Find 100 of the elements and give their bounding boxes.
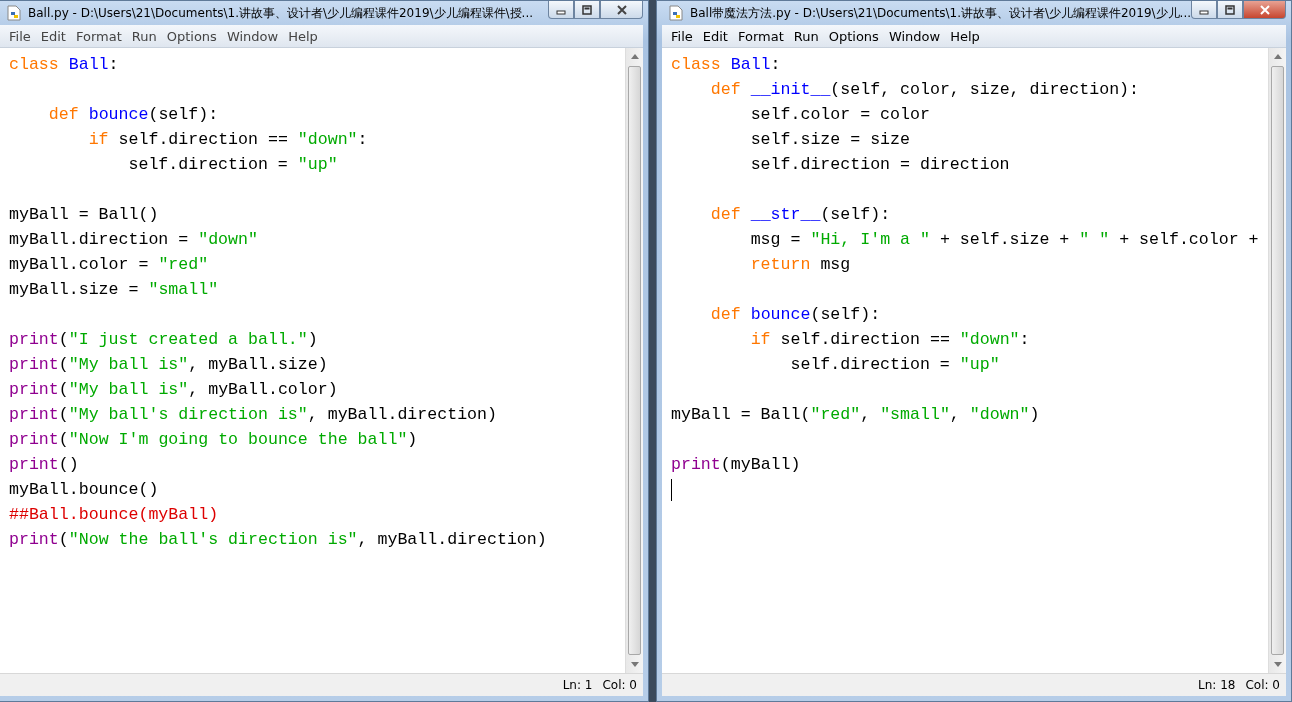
close-icon (1259, 4, 1270, 15)
close-button[interactable] (1243, 1, 1286, 19)
menu-item[interactable]: Window (221, 28, 284, 44)
code-token: self.size = size (749, 130, 910, 149)
code-token: "up" (959, 355, 1000, 374)
code-token: "small" (148, 280, 219, 299)
code-token: "My ball is" (68, 380, 189, 399)
code-token: if (749, 330, 771, 349)
menu-item[interactable]: Format (70, 28, 127, 44)
window-title: Ball.py - D:\Users\21\Documents\1.讲故事、设计者\少儿编程课件2019\少儿编程课件\授... (28, 4, 535, 22)
code-token: ) (307, 330, 318, 349)
menu-item[interactable]: Run (126, 28, 162, 44)
code-token: " " (1079, 230, 1110, 249)
code-token: def (709, 80, 742, 99)
column-status: Col: 0 (1245, 678, 1280, 692)
code-token: , (949, 405, 961, 424)
code-token: + self.size + (938, 230, 1071, 249)
code-token: myBall.size = (9, 280, 140, 299)
code-token: myBall = Ball( (671, 405, 811, 424)
code-token: "Hi, I'm a " (810, 230, 930, 249)
vertical-scrollbar[interactable] (625, 48, 643, 673)
code-token: "down" (198, 230, 258, 249)
scrollbar-thumb[interactable] (1271, 66, 1284, 655)
code-token: bounce (750, 305, 811, 324)
code-token: msg = (749, 230, 802, 249)
code-token: class (671, 55, 722, 74)
code-token: print (9, 455, 59, 474)
code-token: (myBall) (720, 455, 801, 474)
code-token: "My ball's direction is" (68, 405, 308, 424)
code-token: "down" (969, 405, 1030, 424)
code-token: bounce (88, 105, 149, 124)
code-token: self.direction = (789, 355, 951, 374)
code-token: , (860, 405, 872, 424)
menu-item[interactable]: Run (788, 28, 824, 44)
code-token: ( (58, 530, 69, 549)
code-token: ) (407, 430, 418, 449)
code-token: Ball (730, 55, 771, 74)
scrollbar-thumb[interactable] (628, 66, 641, 655)
text-cursor (671, 478, 672, 501)
code-token: self.direction = (127, 155, 289, 174)
code-token: ( (58, 330, 69, 349)
scroll-down-icon[interactable] (1273, 662, 1282, 667)
minimize-button[interactable] (1191, 1, 1217, 19)
code-token: self.direction == (779, 330, 951, 349)
menu-item[interactable]: Window (883, 28, 946, 44)
code-token: print (9, 405, 59, 424)
code-token: (self): (810, 305, 881, 324)
code-token: print (9, 530, 59, 549)
code-token: ( (58, 405, 69, 424)
menu-item[interactable]: Options (823, 28, 884, 44)
vertical-scrollbar[interactable] (1268, 48, 1286, 673)
menu-item[interactable]: File (4, 28, 36, 44)
menu-item[interactable]: Edit (697, 28, 733, 44)
minimize-button[interactable] (548, 1, 574, 19)
line-number-status: Ln: 18 (1198, 678, 1236, 692)
code-token: , myBall.color) (188, 380, 338, 399)
code-token: print (671, 455, 721, 474)
code-token: , myBall.direction) (357, 530, 547, 549)
code-token: return (749, 255, 811, 274)
scroll-down-icon[interactable] (630, 662, 639, 667)
code-token: "down" (297, 130, 358, 149)
maximize-button[interactable] (574, 1, 600, 19)
code-token: : (770, 55, 781, 74)
menu-item[interactable]: Help (945, 28, 985, 44)
code-token: myBall.bounce() (9, 480, 159, 499)
menu-item[interactable]: Edit (35, 28, 71, 44)
scroll-up-icon[interactable] (1273, 54, 1282, 59)
code-token: ##Ball.bounce(myBall) (9, 505, 219, 524)
code-token: if (87, 130, 109, 149)
code-token: def (709, 305, 742, 324)
code-token: __init__ (750, 80, 831, 99)
maximize-button[interactable] (1217, 1, 1243, 19)
code-token: , myBall.size) (188, 355, 328, 374)
close-icon (616, 4, 627, 15)
code-token: print (9, 380, 59, 399)
python-file-icon (6, 5, 22, 21)
code-token: : (108, 55, 119, 74)
menu-item[interactable]: Help (283, 28, 323, 44)
code-token: print (9, 355, 59, 374)
code-token: "red" (158, 255, 209, 274)
python-file-icon (668, 5, 684, 21)
scroll-up-icon[interactable] (630, 54, 639, 59)
code-token: myBall.color = (9, 255, 150, 274)
code-token: self.direction == (117, 130, 289, 149)
code-token: Ball (68, 55, 109, 74)
window-title: Ball带魔法方法.py - D:\Users\21\Documents\1.讲故事、设计者\少儿编程课件2019\少儿... (690, 4, 1191, 22)
code-token: __str__ (750, 205, 821, 224)
code-token: (self): (148, 105, 219, 124)
code-token: , myBall.direction) (307, 405, 497, 424)
close-button[interactable] (600, 1, 643, 19)
code-token: "Now the ball's direction is" (68, 530, 358, 549)
code-token: print (9, 430, 59, 449)
menu-item[interactable]: File (666, 28, 698, 44)
code-token: class (9, 55, 60, 74)
code-token: self.color = color (749, 105, 930, 124)
menu-item[interactable]: Format (732, 28, 789, 44)
code-token: "red" (810, 405, 861, 424)
code-token: "I just created a ball." (68, 330, 308, 349)
menu-item[interactable]: Options (161, 28, 222, 44)
maximize-icon (582, 4, 592, 15)
